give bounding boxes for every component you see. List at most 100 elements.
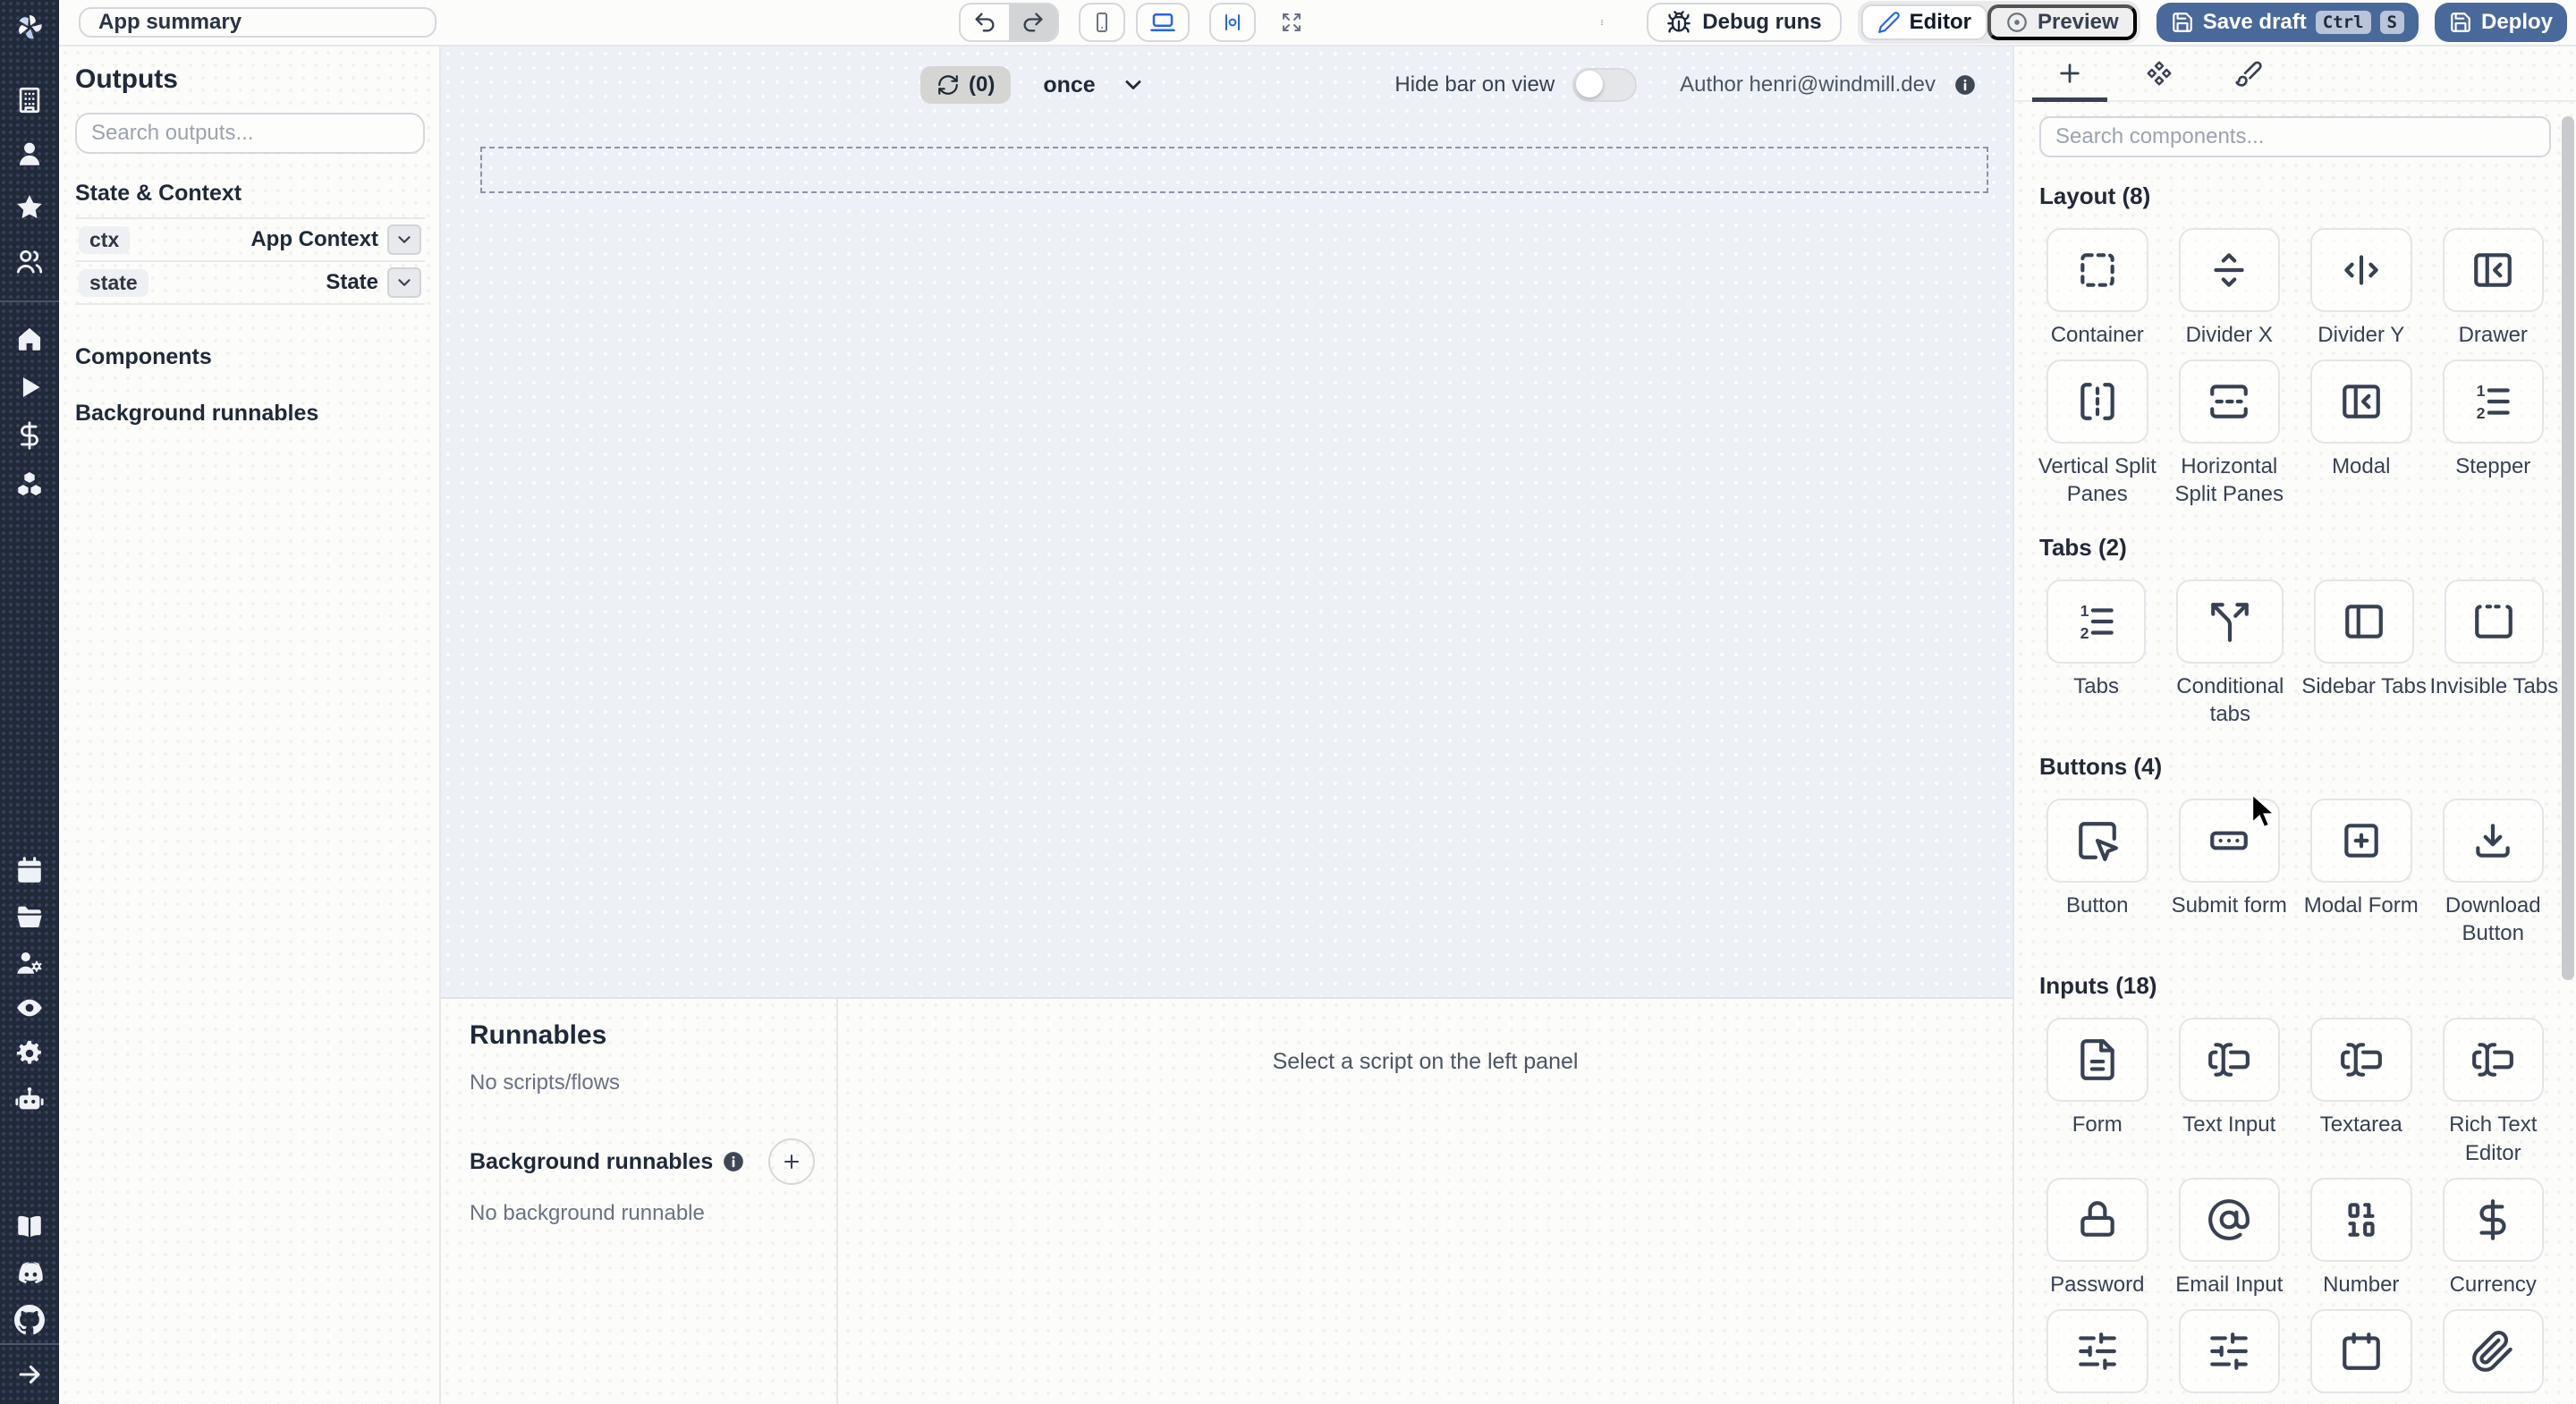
more-menu-button[interactable] bbox=[1588, 6, 1616, 38]
refresh-count-button[interactable]: (0) bbox=[920, 66, 1012, 104]
component-card-box[interactable] bbox=[2314, 579, 2414, 664]
rail-item-users[interactable] bbox=[14, 234, 45, 288]
component-card-invisible-tabs[interactable]: Invisible Tabs bbox=[2430, 579, 2558, 728]
component-card-box[interactable] bbox=[2046, 228, 2148, 312]
editor-tab[interactable]: Editor bbox=[1860, 4, 1987, 40]
hide-bar-toggle[interactable] bbox=[1572, 68, 1638, 102]
component-card-number[interactable]: Number bbox=[2310, 1177, 2412, 1298]
component-card-conditional-tabs[interactable]: Conditional tabs bbox=[2176, 579, 2284, 728]
component-card-email-input[interactable]: Email Input bbox=[2175, 1177, 2283, 1298]
app-canvas[interactable]: (0) once Hide bar on view Author henri@w… bbox=[441, 47, 2012, 997]
component-card-textarea[interactable]: Textarea bbox=[2310, 1018, 2412, 1166]
component-card-box[interactable] bbox=[2310, 1308, 2412, 1393]
collapse-rail-button[interactable] bbox=[0, 1343, 59, 1404]
component-card-submit-form[interactable]: Submit form bbox=[2172, 798, 2287, 947]
refresh-interval-dropdown[interactable]: once bbox=[1032, 71, 1156, 100]
windmill-logo-icon[interactable] bbox=[12, 9, 47, 45]
search-components-input[interactable] bbox=[2039, 116, 2551, 157]
rail-item-home[interactable] bbox=[14, 315, 45, 363]
add-background-runnable-button[interactable] bbox=[768, 1138, 815, 1185]
component-card-modal-form[interactable]: Modal Form bbox=[2304, 798, 2419, 947]
component-card-box[interactable] bbox=[2046, 1177, 2148, 1262]
component-card-box[interactable] bbox=[2442, 1308, 2544, 1393]
expand-output-button[interactable] bbox=[387, 224, 421, 255]
undo-button[interactable] bbox=[961, 4, 1009, 40]
desktop-view-button[interactable] bbox=[1136, 3, 1190, 42]
rail-item-github[interactable] bbox=[14, 1297, 45, 1343]
component-card-box[interactable] bbox=[2176, 579, 2284, 664]
component-card-sidebar-tabs[interactable]: Sidebar Tabs bbox=[2301, 579, 2427, 728]
debug-runs-button[interactable]: Debug runs bbox=[1647, 3, 1842, 42]
component-card-box[interactable] bbox=[2310, 359, 2412, 444]
rail-item-calendar[interactable] bbox=[14, 848, 45, 893]
component-card-box[interactable] bbox=[2444, 579, 2544, 664]
rail-item-discord[interactable] bbox=[14, 1250, 45, 1297]
component-card-rich-text-editor[interactable]: Rich Text Editor bbox=[2442, 1018, 2544, 1166]
rail-item-boxes[interactable] bbox=[14, 460, 45, 508]
component-card-box[interactable] bbox=[2310, 1177, 2412, 1262]
app-summary-input[interactable] bbox=[79, 7, 436, 38]
component-card-box[interactable]: 12 bbox=[2046, 579, 2147, 664]
component-card-horizontal-split-panes[interactable]: Horizontal Split Panes bbox=[2175, 359, 2284, 508]
component-card-modal[interactable]: Modal bbox=[2310, 359, 2412, 508]
rail-item-user-cog[interactable] bbox=[14, 939, 45, 985]
component-card-box[interactable] bbox=[2442, 798, 2544, 883]
components-scrollbar[interactable] bbox=[2562, 116, 2574, 980]
component-card-password[interactable]: Password bbox=[2046, 1177, 2148, 1298]
redo-button[interactable] bbox=[1009, 4, 1057, 40]
component-card-box[interactable] bbox=[2178, 1177, 2280, 1262]
component-card-box[interactable] bbox=[2442, 228, 2544, 312]
tab-theme[interactable] bbox=[2204, 47, 2293, 100]
rail-item-bot[interactable] bbox=[14, 1076, 45, 1121]
info-icon[interactable] bbox=[1953, 73, 1977, 97]
deploy-button[interactable]: Deploy bbox=[2434, 3, 2567, 42]
component-card-divider-y[interactable]: Divider Y bbox=[2310, 228, 2412, 349]
tab-insert-component[interactable] bbox=[2025, 47, 2114, 102]
rail-item-settings[interactable] bbox=[14, 1030, 45, 1076]
component-card-slider[interactable]: Slider bbox=[2046, 1308, 2148, 1404]
search-outputs-input[interactable] bbox=[75, 113, 425, 154]
expand-output-button[interactable] bbox=[387, 267, 421, 298]
component-card-box[interactable] bbox=[2310, 228, 2412, 312]
save-draft-button[interactable]: Save draft Ctrl S bbox=[2156, 3, 2419, 42]
component-card-box[interactable] bbox=[2442, 1018, 2544, 1103]
rail-item-star[interactable] bbox=[14, 181, 45, 234]
component-card-box[interactable] bbox=[2178, 1018, 2280, 1103]
component-card-form[interactable]: Form bbox=[2046, 1018, 2148, 1166]
component-card-container[interactable]: Container bbox=[2046, 228, 2148, 349]
tab-component-settings[interactable] bbox=[2114, 47, 2204, 100]
fullscreen-button[interactable] bbox=[1270, 3, 1313, 42]
component-card-divider-x[interactable]: Divider X bbox=[2178, 228, 2280, 349]
component-card-box[interactable] bbox=[2310, 798, 2412, 883]
rail-item-eye[interactable] bbox=[14, 985, 45, 1030]
center-canvas-button[interactable] bbox=[1209, 3, 1256, 42]
empty-grid-placeholder[interactable] bbox=[480, 147, 1988, 193]
component-card-box[interactable] bbox=[2046, 359, 2148, 444]
rail-item-play[interactable] bbox=[14, 363, 45, 411]
rail-item-building[interactable] bbox=[14, 73, 45, 127]
component-card-currency[interactable]: Currency bbox=[2442, 1177, 2544, 1298]
component-card-button[interactable]: Button bbox=[2046, 798, 2148, 947]
component-card-date[interactable]: Date bbox=[2310, 1308, 2412, 1404]
component-card-vertical-split-panes[interactable]: Vertical Split Panes bbox=[2038, 359, 2157, 508]
component-card-box[interactable]: 12 bbox=[2442, 359, 2544, 444]
rail-item-folder[interactable] bbox=[14, 893, 45, 939]
background-info-icon[interactable] bbox=[722, 1150, 745, 1173]
component-card-tabs[interactable]: 12 Tabs bbox=[2046, 579, 2147, 728]
component-card-box[interactable] bbox=[2178, 228, 2280, 312]
preview-tab[interactable]: Preview bbox=[1987, 4, 2137, 40]
component-card-file-input[interactable]: File Input bbox=[2442, 1308, 2544, 1404]
component-card-box[interactable] bbox=[2046, 1018, 2148, 1103]
component-card-box[interactable] bbox=[2310, 1018, 2412, 1103]
component-card-range[interactable]: Range bbox=[2178, 1308, 2280, 1404]
component-card-box[interactable] bbox=[2046, 798, 2148, 883]
component-card-box[interactable] bbox=[2178, 1308, 2280, 1393]
component-card-box[interactable] bbox=[2178, 798, 2280, 883]
component-card-box[interactable] bbox=[2442, 1177, 2544, 1262]
component-card-stepper[interactable]: 12 Stepper bbox=[2442, 359, 2544, 508]
component-card-download-button[interactable]: Download Button bbox=[2442, 798, 2544, 947]
component-card-text-input[interactable]: Text Input bbox=[2178, 1018, 2280, 1166]
mobile-view-button[interactable] bbox=[1079, 3, 1125, 42]
rail-item-user[interactable] bbox=[14, 127, 45, 181]
component-card-drawer[interactable]: Drawer bbox=[2442, 228, 2544, 349]
